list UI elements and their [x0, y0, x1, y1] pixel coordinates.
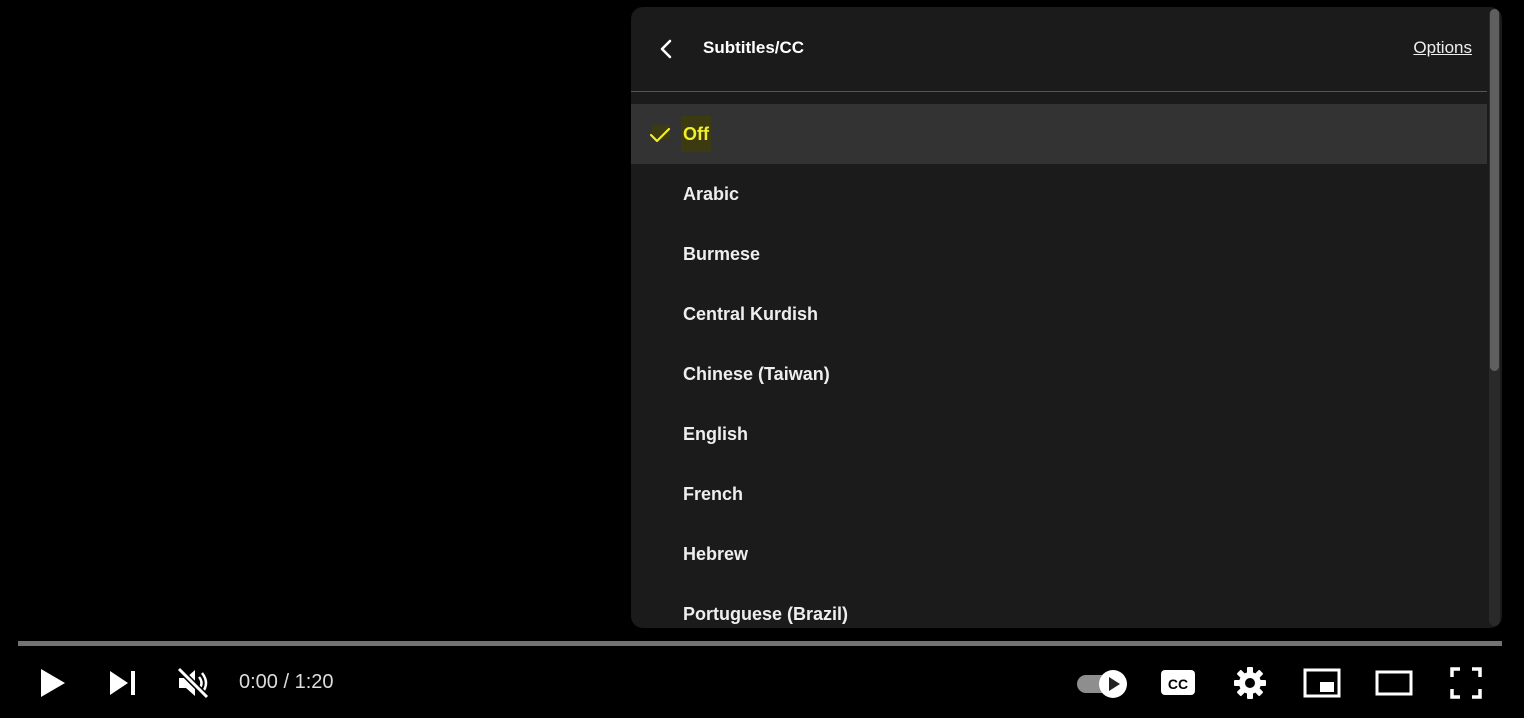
panel-title: Subtitles/CC [703, 38, 805, 57]
play-button[interactable] [34, 664, 70, 702]
subtitles-menu-panel: Subtitles/CC Options Off Arabic Burmese … [631, 7, 1502, 628]
miniplayer-button[interactable] [1302, 666, 1342, 700]
check-icon [649, 125, 671, 143]
back-button[interactable] [653, 35, 681, 63]
menu-item-label: English [683, 424, 749, 444]
fullscreen-button[interactable] [1448, 665, 1484, 701]
theater-mode-icon [1375, 670, 1413, 696]
subtitles-menu-header: Subtitles/CC Options [631, 7, 1487, 92]
menu-item-arabic[interactable]: Arabic [631, 164, 1487, 224]
menu-item-chinese-taiwan[interactable]: Chinese (Taiwan) [631, 344, 1487, 404]
menu-item-label: French [683, 484, 744, 504]
mute-button[interactable] [174, 664, 212, 702]
next-button[interactable] [106, 666, 140, 700]
menu-item-burmese[interactable]: Burmese [631, 224, 1487, 284]
menu-item-off[interactable]: Off [631, 104, 1487, 164]
chevron-left-icon [660, 39, 672, 59]
menu-item-label: Burmese [683, 244, 761, 264]
menu-item-central-kurdish[interactable]: Central Kurdish [631, 284, 1487, 344]
closed-captions-icon: CC [1161, 670, 1195, 695]
scrollbar-thumb[interactable] [1490, 9, 1499, 371]
progress-bar[interactable] [18, 641, 1502, 646]
subtitles-language-list: Off Arabic Burmese Central Kurdish Chine… [631, 104, 1487, 628]
fullscreen-icon [1450, 667, 1482, 699]
theater-mode-button[interactable] [1374, 667, 1414, 699]
volume-muted-icon [175, 665, 211, 701]
miniplayer-icon [1303, 668, 1341, 698]
svg-text:CC: CC [1168, 676, 1188, 692]
time-display: 0:00 / 1:20 [239, 671, 334, 693]
autoplay-toggle[interactable] [1076, 668, 1130, 700]
skip-next-icon [110, 671, 135, 695]
menu-item-french[interactable]: French [631, 464, 1487, 524]
settings-button[interactable] [1232, 665, 1268, 701]
menu-item-hebrew[interactable]: Hebrew [631, 524, 1487, 584]
play-icon [41, 669, 65, 697]
options-link[interactable]: Options [1413, 38, 1472, 58]
menu-item-label: Central Kurdish [683, 304, 819, 324]
subtitles-button[interactable]: CC [1160, 668, 1196, 698]
menu-item-label: Off [681, 104, 711, 164]
autoplay-toggle-icon [1077, 670, 1127, 698]
menu-item-label: Arabic [683, 184, 740, 204]
menu-item-english[interactable]: English [631, 404, 1487, 464]
gear-icon [1234, 667, 1266, 699]
menu-item-portuguese-brazil[interactable]: Portuguese (Brazil) [631, 584, 1487, 628]
menu-item-label: Hebrew [683, 544, 749, 564]
menu-scrollbar[interactable] [1489, 9, 1500, 626]
video-player: Subtitles/CC Options Off Arabic Burmese … [0, 0, 1524, 718]
menu-item-label: Chinese (Taiwan) [683, 364, 830, 384]
menu-item-label: Portuguese (Brazil) [683, 604, 849, 624]
